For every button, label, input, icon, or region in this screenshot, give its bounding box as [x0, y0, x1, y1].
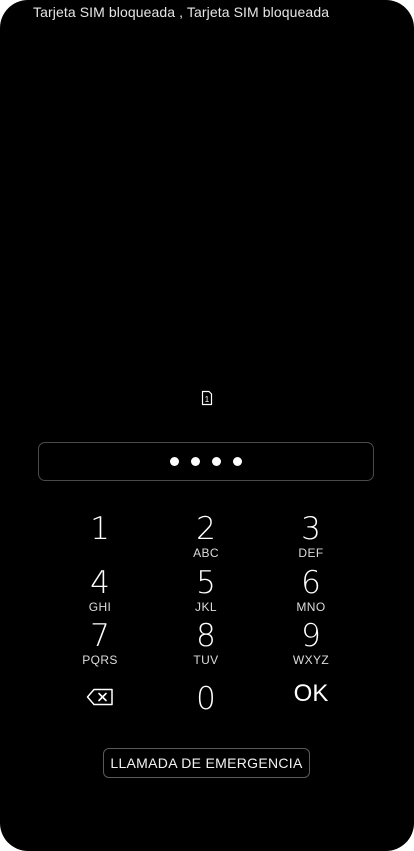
key-digit: 3: [301, 511, 321, 547]
pin-dots: [170, 457, 242, 466]
key-digit: 5: [196, 565, 216, 601]
key-digit: 4: [90, 565, 110, 601]
key-letters: JKL: [195, 600, 217, 614]
key-letters: PQRS: [82, 653, 118, 667]
pin-dot: [233, 457, 242, 466]
key-letters: DEF: [298, 546, 324, 560]
key-2[interactable]: 2 ABC: [154, 512, 258, 564]
pin-dot: [212, 457, 221, 466]
key-digit: 2: [196, 511, 216, 547]
key-digit: 7: [90, 618, 110, 654]
pin-dot: [170, 457, 179, 466]
key-4[interactable]: 4 GHI: [48, 566, 152, 618]
key-6[interactable]: 6 MNO: [259, 566, 363, 618]
key-3[interactable]: 3 DEF: [259, 512, 363, 564]
pin-input-field[interactable]: [38, 442, 374, 481]
key-digit: 0: [196, 681, 216, 717]
key-digit: 6: [301, 565, 321, 601]
key-9[interactable]: 9 WXYZ: [259, 619, 363, 671]
ok-button[interactable]: OK: [259, 677, 363, 729]
pin-dot: [191, 457, 200, 466]
emergency-call-button[interactable]: LLAMADA DE EMERGENCIA: [103, 748, 310, 778]
key-8[interactable]: 8 TUV: [154, 619, 258, 671]
key-letters: GHI: [88, 600, 112, 614]
key-1[interactable]: 1: [48, 512, 152, 564]
key-letters: MNO: [296, 600, 326, 614]
key-letters: ABC: [193, 546, 219, 560]
sim-slot-label: 1: [205, 395, 210, 404]
key-digit: 8: [196, 618, 216, 654]
sim-pin-lock-screen: Tarjeta SIM bloqueada , Tarjeta SIM bloq…: [0, 0, 414, 851]
key-digit: 1: [90, 511, 110, 547]
backspace-icon: [86, 688, 114, 710]
key-7[interactable]: 7 PQRS: [48, 619, 152, 671]
key-0[interactable]: 0: [154, 682, 258, 734]
key-5[interactable]: 5 JKL: [154, 566, 258, 618]
key-letters: WXYZ: [292, 653, 330, 667]
ok-label: OK: [293, 680, 329, 707]
key-digit: 9: [301, 618, 321, 654]
carrier-status-text: Tarjeta SIM bloqueada , Tarjeta SIM bloq…: [33, 4, 330, 20]
backspace-button[interactable]: [48, 680, 152, 732]
sim-card-1-icon: 1: [199, 390, 215, 406]
key-letters: TUV: [193, 653, 219, 667]
